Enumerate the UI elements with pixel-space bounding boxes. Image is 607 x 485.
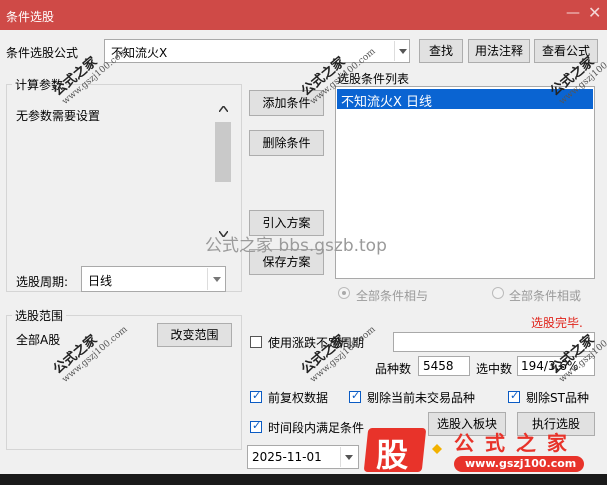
- scope-value: 全部A股: [16, 333, 61, 347]
- date-picker[interactable]: 2025-11-01: [247, 445, 359, 469]
- total-count-field: 5458: [418, 356, 470, 376]
- status-text: 选股完毕.: [531, 316, 583, 330]
- logo-char: 股: [376, 436, 409, 474]
- logo-url-pill: www.gszj100.com: [454, 456, 584, 472]
- exclude-untraded-label: 剔除当前未交易品种: [367, 391, 476, 405]
- scroll-up-icon[interactable]: [219, 106, 228, 112]
- logo-url: www.gszj100.com: [465, 457, 577, 470]
- total-count-value: 5458: [423, 359, 454, 373]
- watermark-text: 公式之家 bbs.gszb.top: [205, 236, 387, 256]
- chevron-down-icon: [399, 49, 407, 54]
- custom-period-checkbox[interactable]: [250, 336, 262, 348]
- date-dropdown-button[interactable]: [340, 447, 358, 467]
- logo-title: 公 式 之 家: [454, 431, 569, 455]
- scope-legend: 选股范围: [12, 307, 67, 324]
- usage-notes-button[interactable]: 用法注释: [468, 39, 530, 63]
- minimize-icon[interactable]: —: [566, 5, 580, 21]
- change-scope-button[interactable]: 改变范围: [157, 323, 232, 347]
- selected-count-label: 选中数: [476, 362, 513, 376]
- period-label: 选股周期:: [16, 275, 69, 289]
- period-value: 日线: [88, 274, 113, 288]
- time-range-checkbox[interactable]: [250, 419, 262, 433]
- chevron-down-icon: [345, 455, 353, 460]
- total-count-label: 品种数: [375, 362, 412, 376]
- title-bar: 条件选股 — ✕: [0, 0, 607, 30]
- logo-diamond-icon: [432, 444, 442, 454]
- and-radio[interactable]: [338, 287, 350, 299]
- adjusted-data-checkbox[interactable]: [250, 389, 262, 403]
- chevron-down-icon: [213, 277, 221, 282]
- or-label: 全部条件相或: [509, 289, 582, 303]
- formula-dropdown-button[interactable]: [394, 41, 410, 61]
- window-title: 条件选股: [6, 10, 55, 24]
- formula-label: 条件选股公式: [6, 46, 79, 60]
- params-message: 无参数需要设置: [16, 109, 101, 123]
- or-radio[interactable]: [492, 287, 504, 299]
- period-select[interactable]: 日线: [81, 266, 226, 292]
- exclude-st-label: 剔除ST品种: [526, 391, 589, 405]
- exclude-untraded-checkbox[interactable]: [349, 389, 361, 403]
- params-scrollbar[interactable]: [214, 100, 232, 245]
- site-logo: 股 公 式 之 家 www.gszj100.com: [362, 424, 595, 476]
- date-value: 2025-11-01: [252, 450, 322, 464]
- scroll-thumb[interactable]: [215, 122, 231, 182]
- time-range-label: 时间段内满足条件: [268, 421, 365, 435]
- list-item-label: 不知流火X 日线: [341, 95, 433, 110]
- period-dropdown-button[interactable]: [207, 268, 226, 290]
- close-icon[interactable]: ✕: [588, 3, 601, 22]
- adjusted-data-label: 前复权数据: [268, 391, 329, 405]
- delete-condition-button[interactable]: 删除条件: [249, 130, 324, 156]
- and-label: 全部条件相与: [356, 289, 429, 303]
- search-button[interactable]: 查找: [419, 39, 463, 63]
- exclude-st-checkbox[interactable]: [508, 389, 520, 403]
